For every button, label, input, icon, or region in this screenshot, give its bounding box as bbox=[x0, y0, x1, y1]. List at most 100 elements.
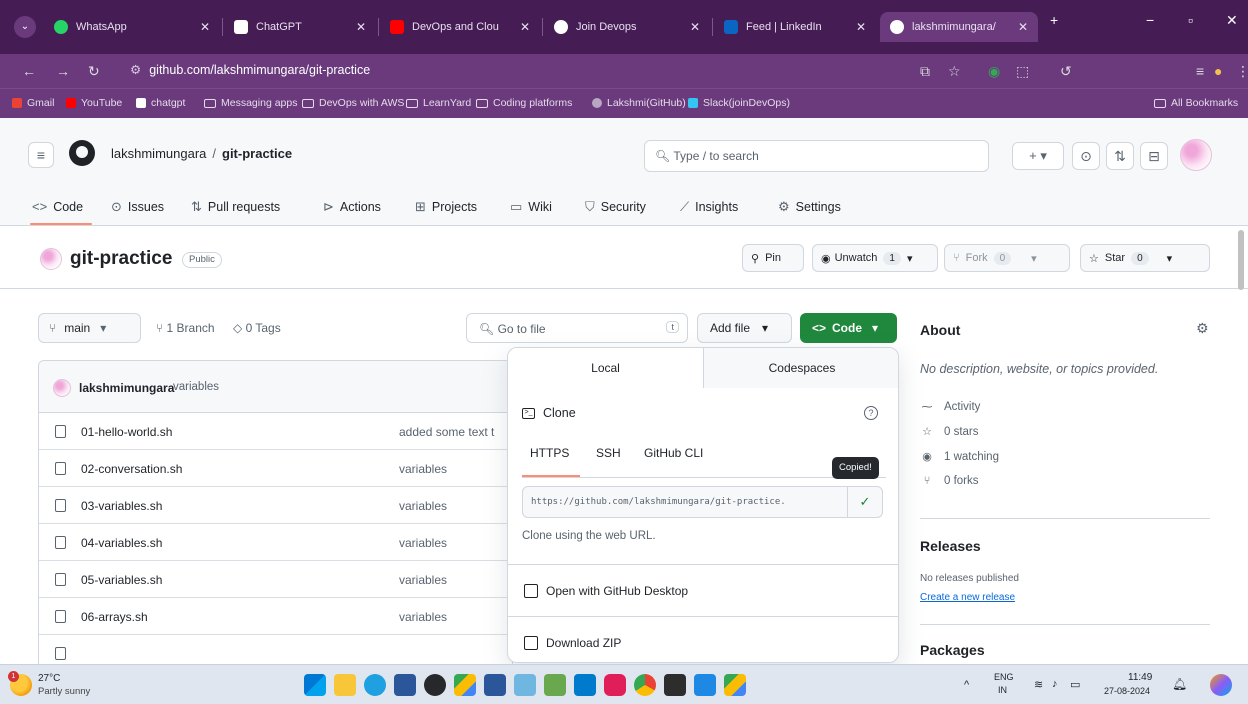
wifi-icon[interactable]: ≋ bbox=[1034, 678, 1043, 691]
bookmark-learnyard[interactable]: LearnYard bbox=[406, 97, 471, 109]
file-name[interactable]: 02-conversation.sh bbox=[81, 462, 182, 476]
close-tab-icon[interactable]: ✕ bbox=[1018, 20, 1028, 34]
tab-settings[interactable]: ⚙ Settings bbox=[778, 199, 841, 215]
stars-link[interactable]: ☆ 0 stars bbox=[920, 425, 978, 439]
create-release-link[interactable]: Create a new release bbox=[920, 592, 1015, 603]
file-row[interactable]: 05-variables.sh variables bbox=[39, 561, 512, 598]
releases-heading[interactable]: Releases bbox=[920, 538, 981, 554]
menu-kebab-icon[interactable]: ⋮ bbox=[1236, 63, 1248, 80]
bookmark-lakshmi-github[interactable]: Lakshmi(GitHub) bbox=[592, 97, 686, 109]
chrome-icon[interactable] bbox=[634, 674, 656, 696]
file-commit-message[interactable]: variables bbox=[399, 610, 447, 624]
file-name[interactable]: 05-variables.sh bbox=[81, 573, 162, 587]
extension-icon[interactable]: ◉ bbox=[988, 63, 1000, 80]
input-language[interactable]: ENG bbox=[994, 672, 1014, 682]
tab-security[interactable]: ⛉ Security bbox=[585, 199, 646, 215]
reading-list-icon[interactable]: ≡ bbox=[1196, 63, 1204, 79]
download-zip-button[interactable]: Download ZIP bbox=[508, 616, 898, 662]
close-tab-icon[interactable]: ✕ bbox=[520, 20, 530, 34]
close-tab-icon[interactable]: ✕ bbox=[690, 20, 700, 34]
extensions-puzzle-icon[interactable]: ⬚ bbox=[1016, 63, 1029, 80]
tab-github-cli[interactable]: GitHub CLI bbox=[644, 446, 703, 460]
tab-search-icon[interactable]: ⌄ bbox=[14, 16, 36, 38]
file-row[interactable]: 02-conversation.sh variables bbox=[39, 450, 512, 487]
new-tab-icon[interactable]: + bbox=[1050, 12, 1058, 28]
file-commit-message[interactable]: variables bbox=[399, 462, 447, 476]
edge-icon[interactable] bbox=[364, 674, 386, 696]
file-row[interactable]: 06-arrays.sh variables bbox=[39, 598, 512, 635]
inbox-icon[interactable]: ⊟ bbox=[1140, 142, 1168, 170]
tab-chatgpt[interactable]: ChatGPT ✕ bbox=[224, 12, 376, 42]
reload-icon[interactable]: ↻ bbox=[88, 63, 100, 80]
tab-whatsapp[interactable]: WhatsApp ✕ bbox=[44, 12, 220, 42]
vscode-icon[interactable] bbox=[574, 674, 596, 696]
back-icon[interactable]: ← bbox=[22, 63, 36, 79]
tab-actions[interactable]: ⊳ Actions bbox=[323, 199, 381, 215]
history-icon[interactable]: ↺ bbox=[1060, 63, 1072, 80]
watching-link[interactable]: ◉ 1 watching bbox=[920, 450, 999, 464]
commit-message[interactable]: variables bbox=[173, 381, 219, 393]
pin-button[interactable]: ⚲ Pin bbox=[742, 244, 804, 272]
word-icon[interactable] bbox=[484, 674, 506, 696]
close-tab-icon[interactable]: ✕ bbox=[856, 20, 866, 34]
go-to-file-input[interactable]: 🔍︎ Go to file t bbox=[466, 313, 688, 343]
tab-linkedin[interactable]: Feed | LinkedIn ✕ bbox=[714, 12, 876, 42]
clock-time[interactable]: 11:49 bbox=[1128, 672, 1152, 683]
forward-icon[interactable]: → bbox=[56, 63, 70, 79]
file-commit-message[interactable]: added some text t bbox=[399, 425, 494, 439]
tab-code[interactable]: <> Code bbox=[32, 199, 83, 214]
issues-icon[interactable]: ⊙ bbox=[1072, 142, 1100, 170]
start-icon[interactable] bbox=[304, 674, 326, 696]
create-new-button[interactable]: + ▾ bbox=[1012, 142, 1064, 170]
add-file-button[interactable]: Add file ▾ bbox=[697, 313, 792, 343]
tab-issues[interactable]: ⊙ Issues bbox=[111, 199, 164, 215]
tab-join-devops[interactable]: Join Devops ✕ bbox=[544, 12, 710, 42]
weather-icon[interactable] bbox=[8, 671, 32, 696]
scrollbar[interactable] bbox=[1238, 230, 1244, 290]
avatar[interactable] bbox=[53, 379, 71, 397]
file-commit-message[interactable]: variables bbox=[399, 573, 447, 587]
copy-button[interactable]: ✓ bbox=[847, 486, 883, 518]
notepad-icon[interactable] bbox=[514, 674, 536, 696]
unwatch-button[interactable]: ◉ Unwatch 1 ▾ bbox=[812, 244, 938, 272]
copilot-icon[interactable] bbox=[1210, 674, 1232, 696]
install-app-icon[interactable]: ⧉ bbox=[920, 63, 930, 80]
file-row[interactable]: 04-variables.sh variables bbox=[39, 524, 512, 561]
app-icon[interactable] bbox=[694, 674, 716, 696]
hamburger-menu-button[interactable]: ≡ bbox=[28, 142, 54, 168]
commit-author[interactable]: lakshmimungara bbox=[79, 381, 174, 395]
open-desktop-button[interactable]: Open with GitHub Desktop bbox=[508, 564, 898, 616]
branch-selector[interactable]: ⑂ main ▾ bbox=[38, 313, 141, 343]
search-input[interactable]: 🔍︎ Type / to search bbox=[644, 140, 989, 172]
breadcrumb-repo[interactable]: git-practice bbox=[222, 146, 292, 161]
packages-heading[interactable]: Packages bbox=[920, 642, 985, 658]
url-field[interactable]: ⚙ github.com/lakshmimungara/git-practice bbox=[130, 62, 370, 77]
tab-devops-youtube[interactable]: DevOps and Clou ✕ bbox=[380, 12, 540, 42]
gear-icon[interactable]: ⚙ bbox=[1196, 320, 1209, 337]
tab-github-active[interactable]: lakshmimungara/ ✕ bbox=[880, 12, 1038, 42]
help-icon[interactable]: ? bbox=[864, 406, 878, 420]
store-icon[interactable] bbox=[394, 674, 416, 696]
bookmark-devops-aws[interactable]: DevOps with AWS bbox=[302, 97, 404, 109]
tags-link[interactable]: ◇ 0 Tags bbox=[233, 321, 281, 335]
pull-requests-icon[interactable]: ⇅ bbox=[1106, 142, 1134, 170]
tab-codespaces[interactable]: Codespaces bbox=[704, 348, 898, 388]
volume-icon[interactable]: ♪ bbox=[1052, 678, 1058, 690]
activity-link[interactable]: ⁓ Activity bbox=[920, 400, 981, 414]
chevron-up-icon[interactable]: ^ bbox=[964, 679, 969, 691]
restore-icon[interactable]: ▫ bbox=[1188, 12, 1193, 28]
bookmark-all[interactable]: All Bookmarks bbox=[1154, 97, 1238, 109]
drive-icon[interactable] bbox=[724, 674, 746, 696]
file-commit-message[interactable]: variables bbox=[399, 499, 447, 513]
slack-icon[interactable] bbox=[604, 674, 626, 696]
code-button[interactable]: <> Code ▾ bbox=[800, 313, 897, 343]
tab-local[interactable]: Local bbox=[508, 348, 704, 388]
file-commit-message[interactable]: variables bbox=[399, 536, 447, 550]
repo-title[interactable]: git-practice bbox=[70, 248, 172, 270]
file-explorer-icon[interactable] bbox=[334, 674, 356, 696]
bookmark-star-icon[interactable]: ☆ bbox=[948, 63, 961, 80]
battery-icon[interactable]: ▭ bbox=[1070, 678, 1080, 691]
clone-url-input[interactable]: https://github.com/lakshmimungara/git-pr… bbox=[522, 486, 848, 518]
forks-link[interactable]: ⑂ 0 forks bbox=[920, 475, 979, 487]
clock-date[interactable]: 27-08-2024 bbox=[1104, 686, 1150, 696]
